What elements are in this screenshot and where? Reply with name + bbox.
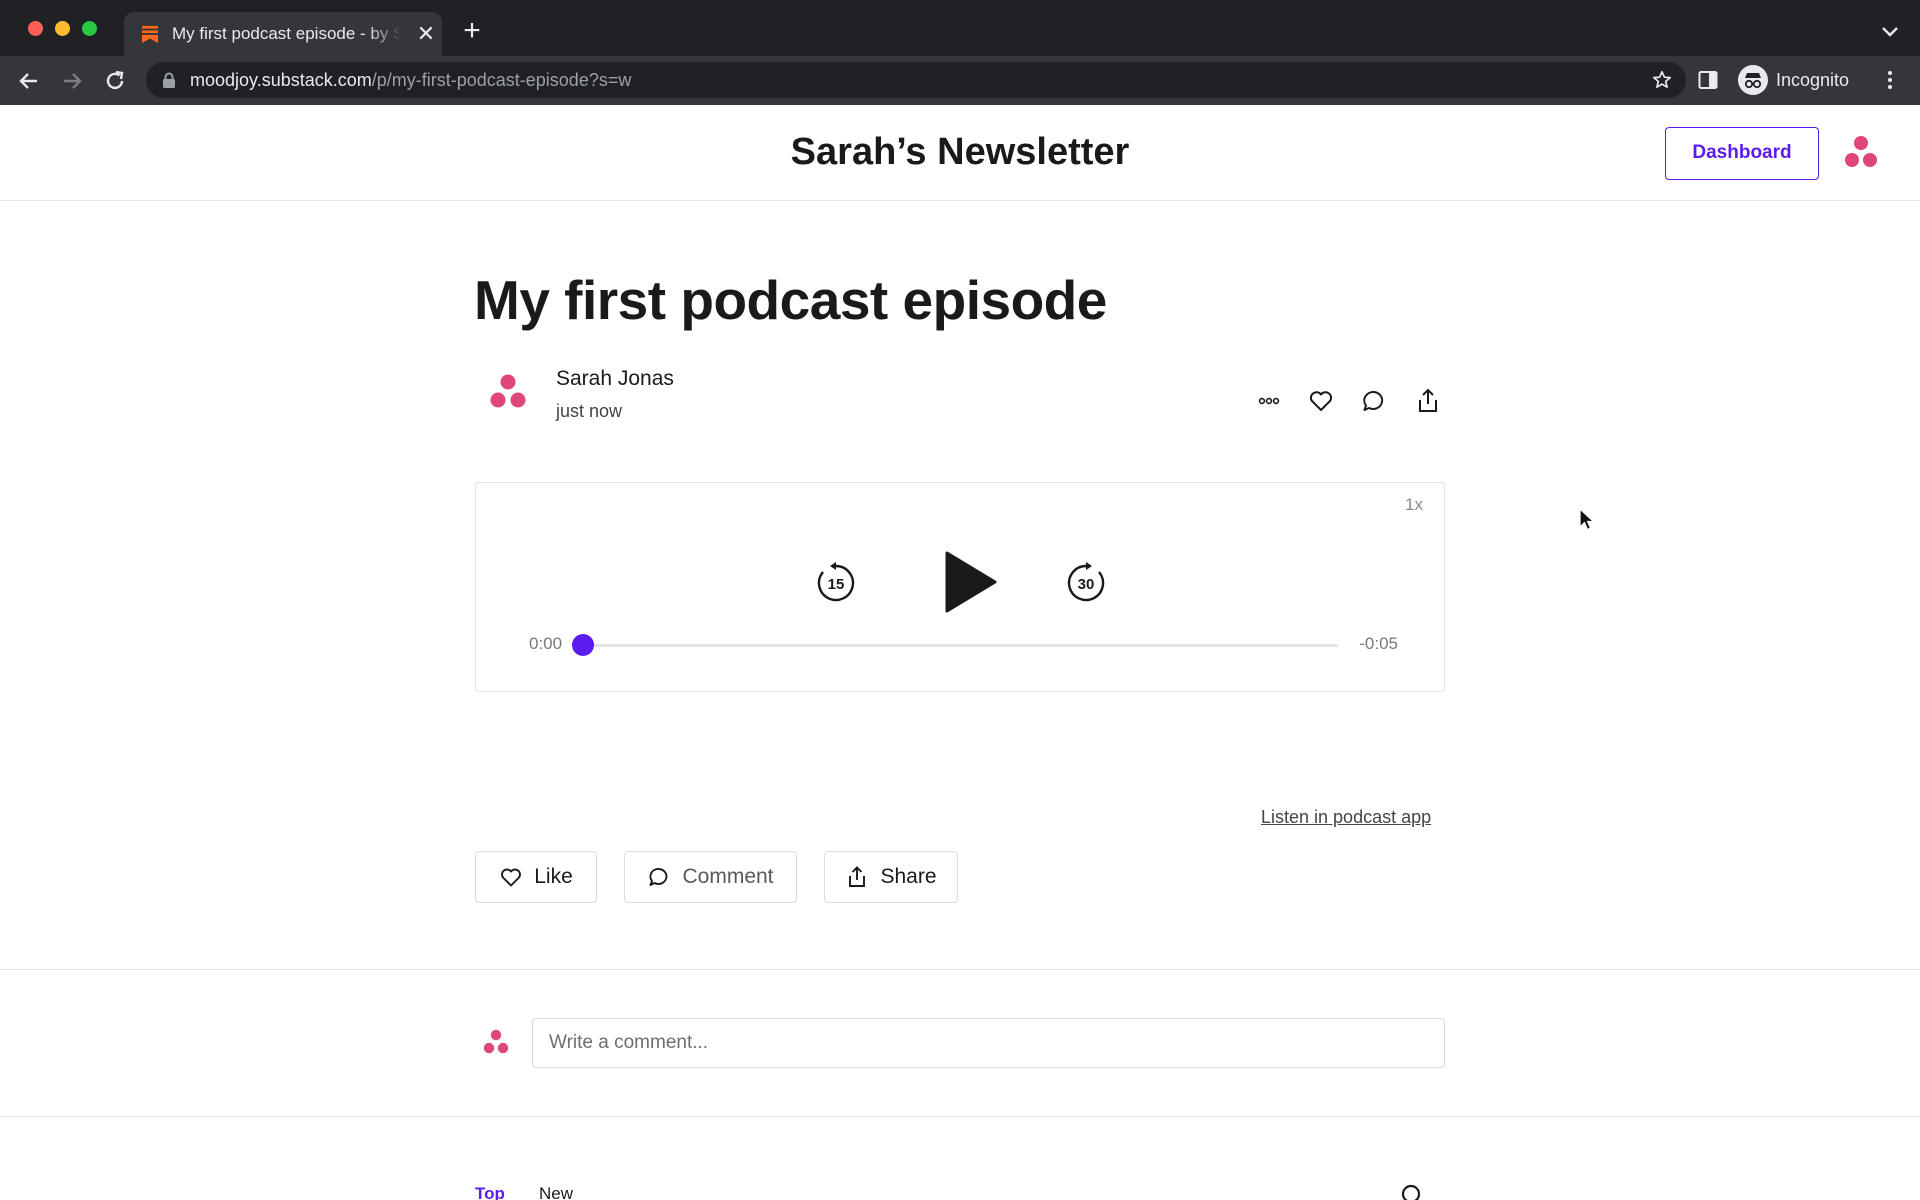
- skip-back-label: 15: [828, 576, 845, 593]
- comment-bubble-icon: [649, 868, 668, 886]
- site-header: Sarah’s Newsletter Dashboard: [0, 105, 1920, 201]
- progress-thumb[interactable]: [572, 634, 594, 656]
- remaining-time: -0:05: [1359, 634, 1398, 653]
- tab-search-chevron-icon[interactable]: [1878, 22, 1902, 42]
- playback-speed-button[interactable]: 1x: [1405, 495, 1423, 515]
- user-avatar[interactable]: [1842, 133, 1880, 171]
- bookmark-star-icon[interactable]: [1652, 70, 1672, 90]
- tab-strip: My first podcast episode - by Sarah Jona…: [0, 0, 1920, 56]
- maximize-window-button[interactable]: [82, 21, 97, 36]
- back-arrow-icon[interactable]: [14, 66, 44, 96]
- skip-back-15-icon[interactable]: 15: [815, 561, 857, 603]
- author-name[interactable]: Sarah Jonas: [556, 367, 674, 391]
- comments-tab-new[interactable]: New: [539, 1184, 573, 1200]
- minimize-window-button[interactable]: [55, 21, 70, 36]
- share-icon: [849, 866, 866, 887]
- browser-tab-active[interactable]: My first podcast episode - by Sarah Jona…: [124, 12, 442, 56]
- site-title[interactable]: Sarah’s Newsletter: [0, 131, 1920, 174]
- mouse-cursor-icon: [1579, 508, 1595, 531]
- progress-track[interactable]: [583, 644, 1338, 647]
- incognito-glyph-icon: [1744, 73, 1762, 89]
- comments-tab-top[interactable]: Top: [475, 1184, 505, 1200]
- share-icon[interactable]: [1414, 387, 1442, 415]
- skip-forward-30-icon[interactable]: 30: [1065, 561, 1107, 603]
- commenter-avatar: [483, 1029, 509, 1054]
- incognito-icon[interactable]: [1738, 65, 1768, 95]
- search-icon[interactable]: [1400, 1183, 1426, 1200]
- forward-arrow-icon[interactable]: [57, 66, 87, 96]
- side-panel-icon[interactable]: [1698, 70, 1718, 90]
- browser-menu-icon[interactable]: [1880, 68, 1900, 92]
- divider: [0, 1116, 1920, 1117]
- skip-forward-label: 30: [1078, 576, 1095, 593]
- lock-icon: [163, 72, 175, 88]
- divider: [0, 969, 1920, 970]
- close-window-button[interactable]: [28, 21, 43, 36]
- play-icon[interactable]: [935, 549, 1001, 615]
- comment-bubble-icon[interactable]: [1360, 387, 1388, 415]
- share-label: Share: [880, 865, 937, 888]
- reload-icon[interactable]: [100, 66, 130, 96]
- like-label: Like: [534, 865, 573, 888]
- browser-chrome: My first podcast episode - by Sarah Jona…: [0, 0, 1920, 105]
- browser-toolbar: moodjoy.substack.com/p/my-first-podcast-…: [0, 56, 1920, 105]
- heart-icon: [501, 868, 522, 887]
- share-button[interactable]: Share: [824, 851, 958, 903]
- author-avatar[interactable]: [487, 371, 529, 413]
- post-title: My first podcast episode: [474, 269, 1107, 331]
- comment-label: Comment: [682, 865, 774, 888]
- page-content: Sarah’s Newsletter Dashboard My first po…: [0, 105, 1920, 1200]
- url-text[interactable]: moodjoy.substack.com/p/my-first-podcast-…: [190, 70, 631, 91]
- address-bar[interactable]: moodjoy.substack.com/p/my-first-podcast-…: [146, 62, 1686, 98]
- podcast-player: 1x 15 30 0:00 -0:05: [475, 482, 1445, 692]
- comment-button[interactable]: Comment: [624, 851, 797, 903]
- tab-title: My first podcast episode - by Sarah Jona…: [172, 24, 402, 43]
- new-tab-button[interactable]: +: [458, 16, 486, 46]
- post-date: just now: [556, 401, 623, 421]
- current-time: 0:00: [529, 634, 563, 653]
- listen-in-podcast-app-link[interactable]: Listen in podcast app: [1261, 807, 1431, 828]
- profile-label[interactable]: Incognito: [1776, 70, 1849, 91]
- comment-input[interactable]: [532, 1018, 1445, 1068]
- dashboard-button[interactable]: Dashboard: [1665, 127, 1819, 180]
- like-button[interactable]: Like: [475, 851, 597, 903]
- heart-icon[interactable]: [1307, 387, 1335, 415]
- more-options-icon[interactable]: [1255, 387, 1283, 415]
- url-host: moodjoy.substack.com: [190, 70, 372, 90]
- url-path: /p/my-first-podcast-episode?s=w: [371, 70, 632, 90]
- substack-favicon-icon: [142, 26, 158, 43]
- tab-close-icon[interactable]: ✕: [414, 22, 438, 46]
